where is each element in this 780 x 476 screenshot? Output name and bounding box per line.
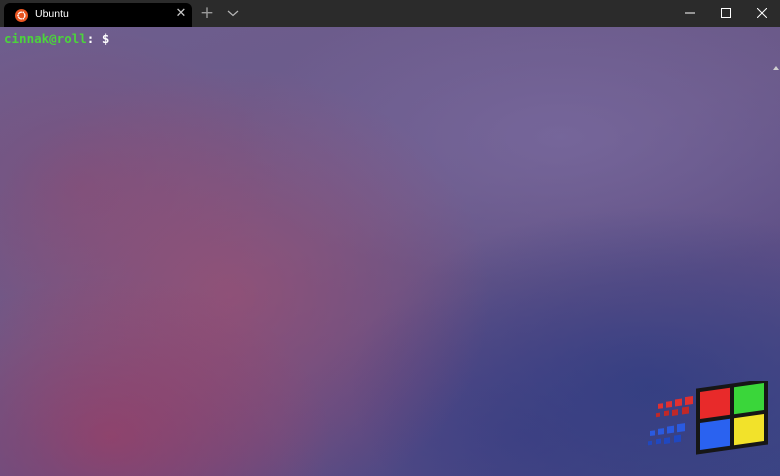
maximize-icon: [721, 8, 731, 18]
minimize-button[interactable]: [670, 0, 710, 27]
prompt-symbol: $: [94, 31, 110, 46]
tab-title: Ubuntu: [35, 8, 69, 20]
title-bar: Ubuntu ✕ +: [0, 0, 780, 27]
close-icon: [757, 8, 767, 18]
close-button[interactable]: [742, 0, 780, 27]
windows-98-logo: [648, 381, 768, 455]
terminal-area[interactable]: cinnak@roll: $: [0, 27, 780, 476]
chevron-down-icon[interactable]: [224, 4, 242, 22]
prompt-user-host: cinnak@roll: [4, 31, 87, 46]
new-tab-button[interactable]: +: [198, 3, 216, 23]
shell-prompt: cinnak@roll: $: [4, 32, 109, 46]
tab-ubuntu[interactable]: Ubuntu ✕: [4, 3, 192, 27]
tab-close-icon[interactable]: ✕: [174, 7, 188, 21]
minimize-icon: [685, 12, 695, 14]
maximize-button[interactable]: [706, 0, 746, 27]
ubuntu-icon: [15, 9, 28, 22]
scroll-up-icon[interactable]: [773, 65, 779, 71]
